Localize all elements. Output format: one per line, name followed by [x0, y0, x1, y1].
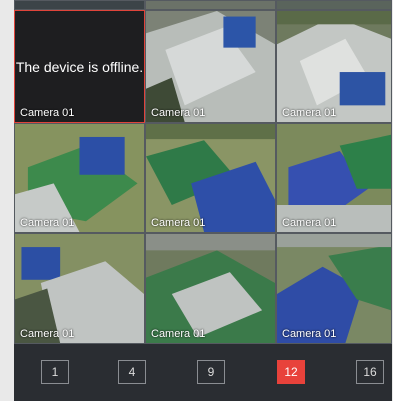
- multi-view-panel: The device is offline. Camera 01 Camera …: [14, 0, 392, 401]
- camera-tile[interactable]: Camera 01: [145, 123, 276, 233]
- camera-feed: [277, 1, 391, 9]
- camera-feed: [277, 234, 391, 343]
- page-button-12[interactable]: 12: [277, 360, 305, 384]
- camera-tile[interactable]: Camera 01: [14, 233, 145, 344]
- camera-tile[interactable]: Camera 01: [14, 123, 145, 233]
- camera-label: Camera 01: [151, 107, 206, 119]
- camera-feed: [146, 1, 275, 9]
- page-button-9[interactable]: 9: [197, 360, 225, 384]
- camera-label: Camera 01: [282, 328, 337, 340]
- page-selector: 1 4 9 12 16: [14, 344, 392, 401]
- camera-label: Camera 01: [151, 328, 206, 340]
- camera-feed: [277, 124, 391, 232]
- camera-feed: [146, 11, 275, 122]
- camera-feed: [15, 234, 144, 343]
- camera-tile[interactable]: Camera 01: [276, 10, 392, 123]
- camera-feed: [146, 234, 275, 343]
- page-button-1[interactable]: 1: [41, 360, 69, 384]
- camera-label: Camera 01: [20, 217, 75, 229]
- camera-tile[interactable]: Camera 01: [145, 233, 276, 344]
- camera-feed: [146, 124, 275, 232]
- page-button-4[interactable]: 4: [118, 360, 146, 384]
- offline-message: The device is offline.: [15, 59, 144, 75]
- camera-feed: [15, 124, 144, 232]
- camera-feed: [15, 1, 144, 9]
- camera-tile[interactable]: Camera 01: [276, 123, 392, 233]
- camera-tile[interactable]: Camera 01: [145, 10, 276, 123]
- page-button-16[interactable]: 16: [356, 360, 384, 384]
- camera-label: Camera 01: [151, 217, 206, 229]
- camera-tile[interactable]: [276, 0, 392, 10]
- camera-tile-offline[interactable]: The device is offline. Camera 01: [14, 10, 145, 123]
- camera-tile[interactable]: [14, 0, 145, 10]
- camera-grid: The device is offline. Camera 01 Camera …: [14, 0, 392, 344]
- camera-label: Camera 01: [282, 217, 337, 229]
- camera-tile[interactable]: Camera 01: [276, 233, 392, 344]
- camera-label: Camera 01: [20, 328, 75, 340]
- camera-tile[interactable]: [145, 0, 276, 10]
- camera-label: Camera 01: [20, 107, 75, 119]
- camera-label: Camera 01: [282, 107, 337, 119]
- camera-feed: [277, 11, 391, 122]
